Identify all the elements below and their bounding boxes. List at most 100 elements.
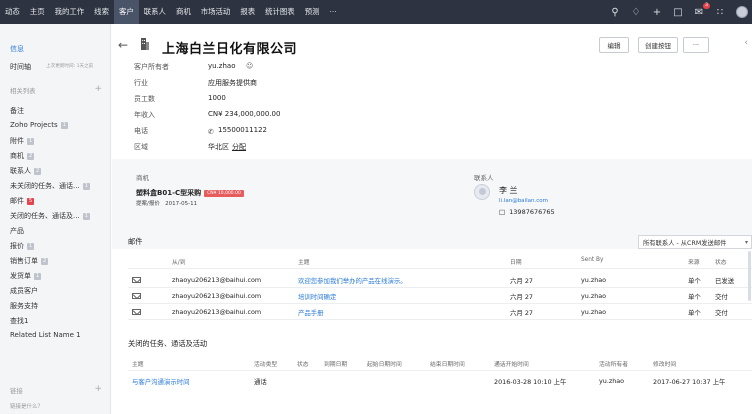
contact-name[interactable]: 李 兰 xyxy=(499,185,518,196)
bell-icon[interactable]: ♢ xyxy=(631,7,641,18)
sidebar-related-item[interactable]: 查找1 xyxy=(10,316,28,326)
more-button[interactable]: ··· xyxy=(683,37,709,53)
related-list-header: 相关列表 xyxy=(10,87,36,95)
activity-subject[interactable]: 与客户沟通演示时间 xyxy=(132,377,190,386)
company-icon xyxy=(141,38,149,50)
mail-column-header[interactable]: Sent By xyxy=(581,257,603,263)
contact-email[interactable]: li.lan@bailan.com xyxy=(499,198,548,204)
chevron-left-icon[interactable]: ‹ xyxy=(744,38,748,48)
mail-from: zhaoyu206213@baihui.com xyxy=(172,292,262,300)
search-icon[interactable]: ⚲ xyxy=(610,7,620,18)
sidebar-timeline[interactable]: 时间轴 xyxy=(10,62,31,72)
sidebar-item-label: 未关闭的任务、通话... xyxy=(10,182,80,190)
field-value: 15500011122 xyxy=(218,126,267,134)
sidebar-related-item[interactable]: 报价 1 xyxy=(10,241,35,251)
activity-column-header[interactable]: 结束日期时间 xyxy=(430,359,465,368)
mail-subject[interactable]: 产品手册 xyxy=(298,308,324,317)
field-label: 行业 xyxy=(134,79,148,87)
record-detail: ← 上海白兰日化有限公司 编辑 创建按钮 ··· ‹ 客户所有者 yu.zhao 行… xyxy=(112,24,752,414)
sidebar-info[interactable]: 信息 xyxy=(10,44,24,54)
mail-source: 单个 xyxy=(688,293,701,301)
add-related-icon[interactable]: + xyxy=(94,84,102,94)
sidebar-related-item[interactable]: 联系人 2 xyxy=(10,166,42,176)
envelope-icon xyxy=(132,277,141,283)
sidebar-related-item[interactable]: 邮件 5 xyxy=(10,196,35,206)
mail-column-header[interactable]: 日期 xyxy=(510,257,522,266)
activity-column-header[interactable]: 活动所有者 xyxy=(599,359,628,368)
sidebar-item-label: 商机 xyxy=(10,152,24,160)
nav-item[interactable]: 统计图表 xyxy=(260,0,300,24)
nav-item[interactable]: 报表 xyxy=(235,0,260,24)
sidebar-related-item[interactable]: Zoho Projects 1 xyxy=(10,121,68,129)
edit-button[interactable]: 编辑 xyxy=(599,37,629,53)
deal-amount-tag: CN¥ 10,000.00 xyxy=(204,189,244,197)
sidebar-related-item[interactable]: 发货单 1 xyxy=(10,271,42,281)
mail-icon[interactable]: ✉ 3 xyxy=(694,2,710,18)
nav-item[interactable]: 联系人 xyxy=(139,0,171,24)
deal-item[interactable]: 塑料盒B01-C型采购 CN¥ 10,000.00 xyxy=(136,188,244,198)
sidebar-related-item[interactable]: 备注 xyxy=(10,106,24,116)
divider xyxy=(128,268,752,269)
sidebar-item-label: 发货单 xyxy=(10,272,31,280)
sidebar-related-item[interactable]: 商机 2 xyxy=(10,151,35,161)
phone-icon: □ xyxy=(499,208,506,216)
mail-column-header[interactable]: 状态 xyxy=(715,257,727,266)
nav-item[interactable]: 动态 xyxy=(0,0,25,24)
phone-icon: ✆ xyxy=(208,128,214,136)
contacts-header: 联系人 xyxy=(474,174,494,182)
sidebar-related-item[interactable]: Related List Name 1 xyxy=(10,331,81,339)
sidebar-related-item[interactable]: 未关闭的任务、通话... 1 xyxy=(10,181,90,191)
nav-item[interactable]: ··· xyxy=(325,0,342,24)
sidebar-related-item[interactable]: 附件 1 xyxy=(10,136,35,146)
mail-column-header[interactable]: 主题 xyxy=(298,257,310,266)
back-arrow-icon[interactable]: ← xyxy=(118,38,128,52)
field-value: 华北区 xyxy=(208,143,229,151)
mail-status: 交付 xyxy=(715,293,728,301)
activity-modified: 2017-06-27 10:37 上午 xyxy=(653,378,726,386)
apps-grid-icon[interactable]: ∷ xyxy=(715,7,725,18)
mail-date: 六月 27 xyxy=(510,309,533,317)
mail-subject[interactable]: 欢迎您参加我们举办的产品在线演示。 xyxy=(298,276,407,285)
nav-item[interactable]: 市场活动 xyxy=(196,0,236,24)
contact-phone[interactable]: 13987676765 xyxy=(509,208,555,216)
links-help[interactable]: 链接是什么？ xyxy=(10,402,43,410)
activity-column-header[interactable]: 主题 xyxy=(132,359,144,368)
nav-item[interactable]: 预测 xyxy=(300,0,325,24)
sidebar-related-item[interactable]: 关闭的任务、通话及... 1 xyxy=(10,211,90,221)
sidebar-related-item[interactable]: 销售订单 2 xyxy=(10,256,49,266)
nav-item[interactable]: 主页 xyxy=(25,0,50,24)
calendar-icon[interactable]: □ xyxy=(673,7,683,18)
add-icon[interactable]: + xyxy=(652,7,662,18)
mail-subject[interactable]: 培训时间确定 xyxy=(298,292,336,301)
nav-item[interactable]: 线索 xyxy=(89,0,114,24)
divider xyxy=(128,370,752,371)
sidebar-related-item[interactable]: 服务支持 xyxy=(10,301,38,311)
activity-column-header[interactable]: 活动类型 xyxy=(254,359,277,368)
scrollbar[interactable] xyxy=(748,251,751,301)
nav-item[interactable]: 客户 xyxy=(113,0,139,24)
activity-column-header[interactable]: 起始日期时间 xyxy=(367,359,402,368)
closed-activities-title: 关闭的任务、通话及活动 xyxy=(128,339,208,348)
contact-phone-row: □ 13987676765 xyxy=(499,208,555,216)
nav-item[interactable]: 我的工作 xyxy=(50,0,90,24)
activity-column-header[interactable]: 状态 xyxy=(297,359,309,368)
mail-column-header[interactable]: 来源 xyxy=(688,257,700,266)
sidebar: 信息 时间轴 上次更新时间: 1天之前 相关列表 + 备注 Zoho Projec… xyxy=(0,24,111,414)
activity-column-header[interactable]: 修改时间 xyxy=(653,359,676,368)
activity-column-header[interactable]: 通话开始时间 xyxy=(494,359,529,368)
mail-date: 六月 27 xyxy=(510,293,533,301)
deal-name[interactable]: 塑料盒B01-C型采购 xyxy=(136,189,201,197)
assign-link[interactable]: 分配 xyxy=(232,142,246,152)
sidebar-related-item[interactable]: 成员客户 xyxy=(10,286,38,296)
activity-column-header[interactable]: 到期日期 xyxy=(324,359,347,368)
mail-filter-dropdown[interactable]: 所有联系人 - 从CRM发送邮件 ▾ xyxy=(638,235,752,249)
sidebar-related-item[interactable]: 产品 xyxy=(10,226,24,236)
envelope-icon xyxy=(132,309,141,315)
nav-item[interactable]: 商机 xyxy=(171,0,196,24)
user-avatar[interactable] xyxy=(736,6,748,18)
count-badge: 1 xyxy=(60,121,68,129)
create-button[interactable]: 创建按钮 xyxy=(638,37,678,53)
mail-column-header[interactable]: 从/到 xyxy=(172,257,186,266)
field-value: 应用服务提供商 xyxy=(208,79,257,87)
add-link-icon[interactable]: + xyxy=(94,384,102,394)
